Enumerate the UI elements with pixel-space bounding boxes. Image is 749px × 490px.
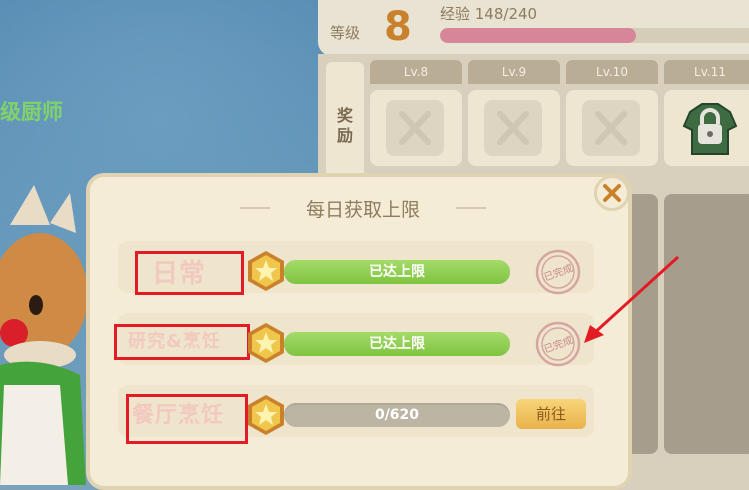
experience-progress-bar [440,28,749,43]
chef-title-text: 级厨师 [0,100,63,124]
reward-column-lv11: Lv.11 [664,60,749,454]
title-decoration-right [456,207,486,209]
level-label: 等级 [330,24,361,42]
progress-bar: 0/620 [284,403,510,427]
progress-text: 0/620 [374,407,420,423]
close-icon [603,184,621,202]
reward-slot[interactable] [566,90,658,166]
reward-level-label: Lv.9 [468,60,560,84]
progress-bar: 已达上限 [284,260,510,284]
go-button[interactable]: 前往 [516,399,586,429]
progress-text: 已达上限 [369,264,425,280]
reward-label: 奖励 [336,106,353,145]
reward-slot[interactable] [468,90,560,166]
unavailable-icon [582,100,640,156]
star-icon [248,251,284,291]
close-button[interactable] [594,175,630,211]
progress-text: 已达上限 [369,336,425,352]
star-icon [248,395,284,435]
level-bar: 等级 8 经验 148/240 [318,0,749,56]
experience-text: 经验 148/240 [440,5,538,23]
reward-slot[interactable] [664,90,749,166]
experience-progress-fill [440,28,637,43]
annotation-box [126,394,248,444]
modal-title: 每日获取上限 [305,199,420,221]
fox-chef-character [0,185,88,485]
annotation-arrow-icon [584,255,680,343]
annotation-box [135,251,244,295]
reward-level-label: Lv.10 [566,60,658,84]
unavailable-icon [386,100,444,156]
level-value: 8 [384,4,412,50]
progress-bar: 已达上限 [284,332,510,356]
reward-slot[interactable] [370,90,462,166]
annotation-box [114,324,250,360]
locked-outfit-icon [682,103,738,155]
reward-level-label: Lv.8 [370,60,462,84]
star-icon [248,323,284,363]
reward-level-label: Lv.11 [664,60,749,84]
unavailable-icon [484,100,542,156]
